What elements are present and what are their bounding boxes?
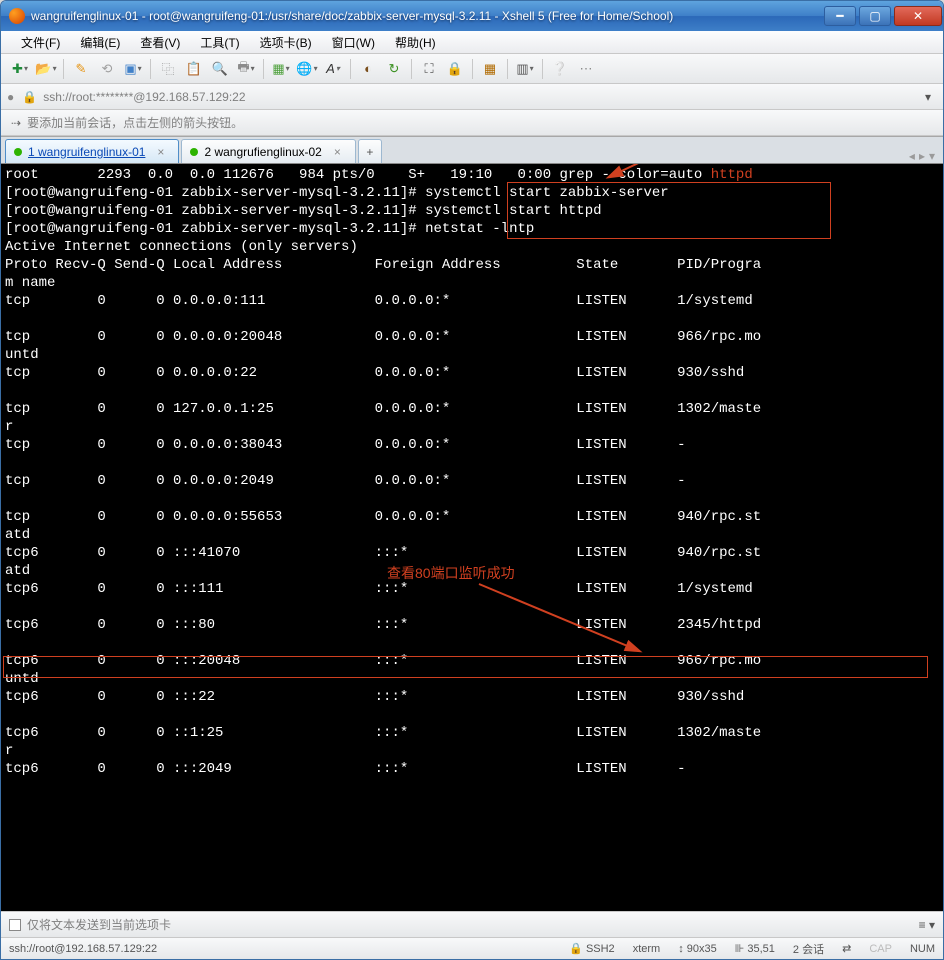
send-menu-button[interactable]: ≡ ▾: [919, 918, 935, 932]
send-input[interactable]: 仅将文本发送到当前选项卡: [27, 916, 919, 933]
status-num: NUM: [910, 943, 935, 955]
toolbar-separator: [63, 59, 64, 79]
toolbar-separator: [150, 59, 151, 79]
view-mode-button[interactable]: ▥: [514, 58, 536, 80]
status-cursor: ⊪ 35,51: [735, 942, 775, 955]
tab-nav: ◂ ▸ ▾: [909, 149, 939, 163]
layout-button[interactable]: ▦: [270, 58, 292, 80]
tab-close-button[interactable]: ×: [334, 145, 341, 159]
font-button[interactable]: A: [322, 58, 344, 80]
menu-bar: 文件(F) 编辑(E) 查看(V) 工具(T) 选项卡(B) 窗口(W) 帮助(…: [1, 31, 943, 54]
address-dropdown-button[interactable]: ▾: [925, 90, 931, 104]
status-sessions: 2 会话: [793, 941, 824, 957]
copy-button[interactable]: ⿻: [157, 58, 179, 80]
terminal-text: root 2293 0.0 0.0 112676 984 pts/0 S+ 19…: [5, 166, 939, 796]
refresh-button[interactable]: ↻: [383, 58, 405, 80]
status-bar: ssh://root@192.168.57.129:22 🔒 SSH2 xter…: [1, 937, 943, 959]
tip-icon[interactable]: ⇢: [11, 116, 21, 130]
annotation-port-ok: 查看80端口监听成功: [387, 564, 515, 582]
menu-edit[interactable]: 编辑(E): [74, 32, 126, 53]
menu-help[interactable]: 帮助(H): [389, 32, 442, 53]
view-grid-button[interactable]: ▦: [479, 58, 501, 80]
toolbar-separator: [507, 59, 508, 79]
paste-button[interactable]: 📋: [183, 58, 205, 80]
tip-text: 要添加当前会话，点击左侧的箭头按钮。: [27, 114, 243, 131]
tab-label: 1 wangruifenglinux-01: [28, 145, 145, 159]
lock-icon: 🔒: [22, 90, 37, 104]
toolbar-separator: [350, 59, 351, 79]
status-size: ↕ 90x35: [678, 943, 717, 955]
toolbar: ✚ 📂 ✎ ⟲ ▣ ⿻ 📋 🔍 🖶 ▦ 🌐 A ◐ ↻ ⛶ 🔒 ▦ ▥ ❔ ⋯: [1, 54, 943, 84]
tab-next-button[interactable]: ▸: [919, 149, 925, 163]
server-button[interactable]: ◐: [357, 58, 379, 80]
highlight-commands-box: [507, 182, 831, 239]
title-bar: wangruifenglinux-01 - root@wangruifeng-0…: [1, 1, 943, 31]
session-tab-bar: 1 wangruifenglinux-01 × 2 wangrufienglin…: [1, 136, 943, 164]
menu-window[interactable]: 窗口(W): [326, 32, 381, 53]
tab-prev-button[interactable]: ◂: [909, 149, 915, 163]
fullscreen-button[interactable]: ⛶: [418, 58, 440, 80]
app-icon: [9, 8, 25, 24]
tab-close-button[interactable]: ×: [157, 145, 164, 159]
tab-list-button[interactable]: ▾: [929, 149, 935, 163]
status-connection: ssh://root@192.168.57.129:22: [9, 943, 551, 955]
toolbar-separator: [411, 59, 412, 79]
session-url[interactable]: ssh://root:********@192.168.57.129:22: [43, 90, 245, 104]
dot-icon: ●: [7, 90, 14, 104]
toolbar-separator: [472, 59, 473, 79]
disconnect-button[interactable]: ⟲: [96, 58, 118, 80]
status-net-icon: ⇄: [842, 942, 851, 955]
address-bar: ● 🔒 ssh://root:********@192.168.57.129:2…: [1, 84, 943, 110]
minimize-button[interactable]: ━: [824, 6, 856, 26]
menu-tab[interactable]: 选项卡(B): [254, 32, 318, 53]
tab-session-1[interactable]: 1 wangruifenglinux-01 ×: [5, 139, 179, 163]
tab-session-2[interactable]: 2 wangrufienglinux-02 ×: [181, 139, 355, 163]
ext-button[interactable]: ⋯: [575, 58, 597, 80]
window-buttons: ━ ▢ ✕: [824, 6, 942, 26]
new-session-button[interactable]: ✚: [9, 58, 31, 80]
find-button[interactable]: 🔍: [209, 58, 231, 80]
maximize-button[interactable]: ▢: [859, 6, 891, 26]
menu-tools[interactable]: 工具(T): [194, 32, 245, 53]
send-bar: 仅将文本发送到当前选项卡 ≡ ▾: [1, 911, 943, 937]
tip-bar: ⇢ 要添加当前会话，点击左侧的箭头按钮。: [1, 110, 943, 136]
new-tab-button[interactable]: +: [358, 139, 382, 163]
app-window: wangruifenglinux-01 - root@wangruifeng-0…: [0, 0, 944, 960]
toolbar-separator: [542, 59, 543, 79]
terminal-output[interactable]: root 2293 0.0 0.0 112676 984 pts/0 S+ 19…: [1, 164, 943, 911]
tab-label: 2 wangrufienglinux-02: [204, 145, 321, 159]
menu-view[interactable]: 查看(V): [134, 32, 186, 53]
print-button[interactable]: 🖶: [235, 58, 257, 80]
help-button[interactable]: ❔: [549, 58, 571, 80]
globe-button[interactable]: 🌐: [296, 58, 318, 80]
open-session-button[interactable]: 📂: [35, 58, 57, 80]
menu-file[interactable]: 文件(F): [15, 32, 66, 53]
lock-button[interactable]: 🔒: [444, 58, 466, 80]
toolbar-separator: [263, 59, 264, 79]
script-button[interactable]: ✎: [70, 58, 92, 80]
properties-button[interactable]: ▣: [122, 58, 144, 80]
status-term: xterm: [633, 943, 661, 955]
status-cap: CAP: [869, 943, 892, 955]
highlight-port80-row: [3, 656, 928, 678]
send-toggle-checkbox[interactable]: [9, 919, 21, 931]
close-button[interactable]: ✕: [894, 6, 942, 26]
status-dot-icon: [190, 148, 198, 156]
status-ssh: 🔒 SSH2: [569, 942, 615, 955]
status-dot-icon: [14, 148, 22, 156]
window-title: wangruifenglinux-01 - root@wangruifeng-0…: [31, 9, 824, 23]
